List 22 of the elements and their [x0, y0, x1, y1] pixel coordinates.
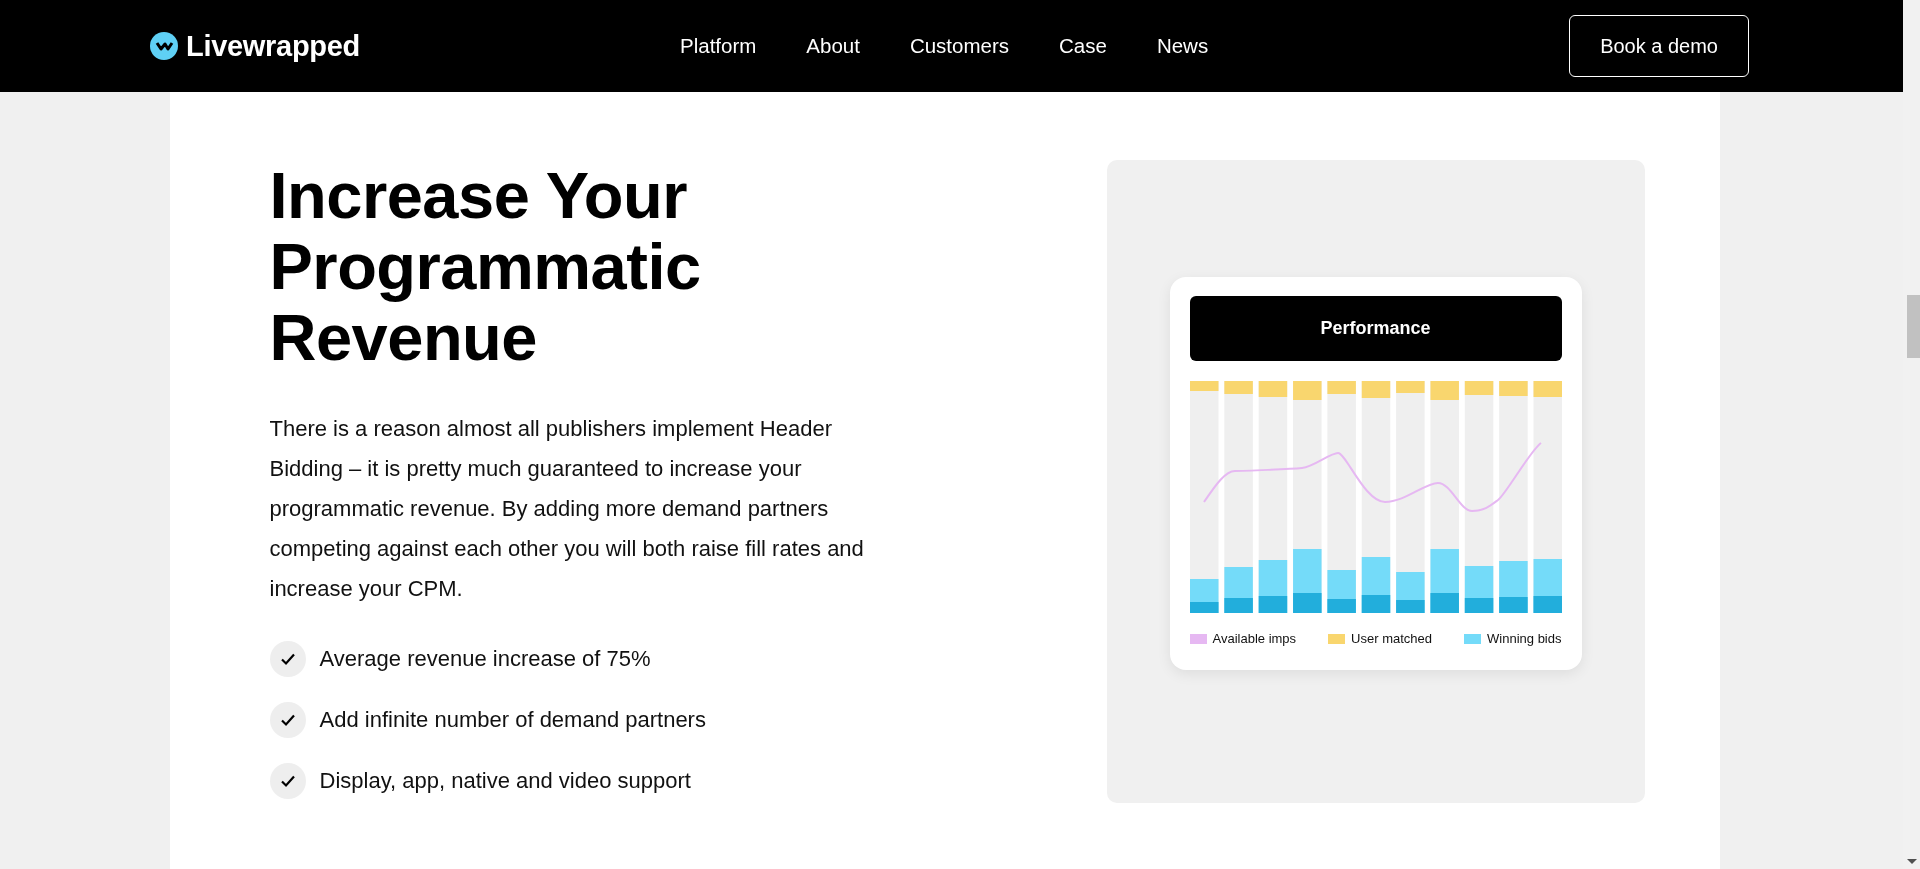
nav-link[interactable]: Customers — [909, 34, 1009, 58]
logo-text[interactable]: Livewrapped — [186, 29, 360, 63]
feature-text: Add infinite number of demand partners — [319, 707, 706, 733]
card-title: Performance — [1189, 296, 1562, 361]
check-icon — [269, 763, 306, 799]
hero-heading: Increase Your Programmatic Revenue — [269, 160, 702, 373]
scrollbar-thumb[interactable] — [1907, 295, 1920, 358]
nav-link[interactable]: About — [806, 34, 860, 58]
check-icon — [269, 641, 306, 677]
nav-link[interactable]: News — [1156, 34, 1209, 58]
feature-text: Average revenue increase of 75% — [319, 646, 651, 672]
book-demo-button[interactable]: Book a demo — [1569, 15, 1749, 77]
check-icon — [269, 702, 306, 738]
nav-link[interactable]: Case — [1059, 34, 1107, 58]
legend-label: Winning bids — [1487, 631, 1562, 646]
feature-text: Display, app, native and video support — [319, 768, 691, 794]
scroll-down-icon[interactable] — [1907, 859, 1917, 864]
logo-icon — [150, 32, 178, 60]
legend-label: User matched — [1351, 631, 1433, 646]
hero-paragraph: There is a reason almost all publishers implement Header Bidding – it is pretty much guaranteed to increase your programmatic revenue. By adding more demand partners competing against each other you will both raise fill rates and increase your CPM. — [269, 415, 865, 603]
legend-label: Available imps — [1212, 631, 1297, 646]
nav-link[interactable]: Platform — [680, 34, 757, 58]
